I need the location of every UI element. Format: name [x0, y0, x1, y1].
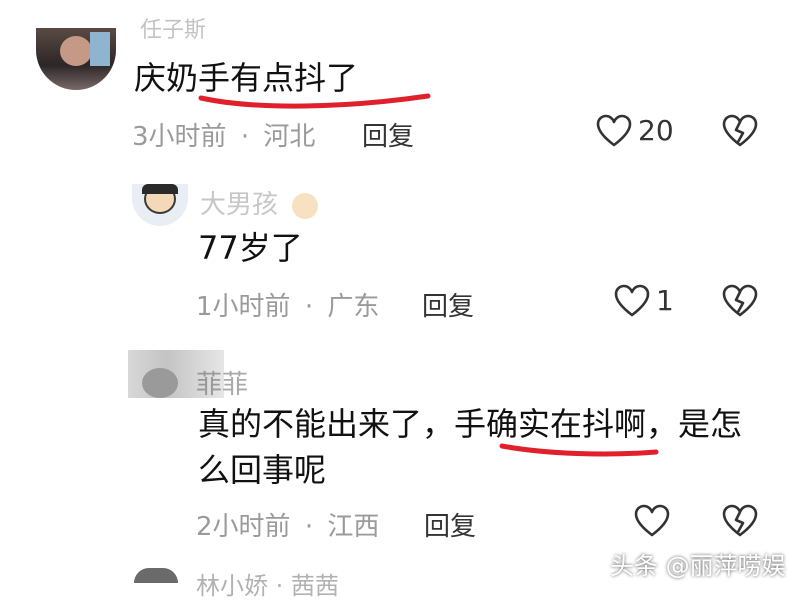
emoji-face-icon — [292, 192, 319, 219]
avatar[interactable] — [134, 568, 178, 583]
timestamp: 1小时前 — [196, 292, 291, 322]
username[interactable]: 菲菲 — [196, 364, 248, 401]
separator: · — [240, 122, 250, 152]
location: 江西 — [327, 512, 380, 542]
location: 河北 — [263, 122, 316, 152]
username[interactable]: 林小娇 · 茜茜 — [196, 566, 339, 601]
location: 广东 — [327, 292, 380, 322]
reply-button[interactable]: 回复 — [424, 506, 476, 543]
comment-text-part: ，是怎 — [646, 405, 743, 443]
username[interactable]: 大男孩 — [200, 184, 319, 221]
username[interactable]: 任子斯 — [140, 12, 206, 44]
comment-meta: 3小时前 · 河北 — [132, 116, 315, 153]
comment-meta: 2小时前 · 江西 — [196, 506, 379, 543]
timestamp: 3小时前 — [132, 122, 227, 152]
heart-icon[interactable] — [614, 284, 650, 318]
avatar[interactable] — [36, 28, 116, 90]
reply-button[interactable]: 回复 — [362, 116, 414, 153]
timestamp: 2小时前 — [196, 512, 291, 542]
highlight-underline — [499, 443, 659, 457]
heart-icon[interactable] — [634, 504, 670, 538]
heart-icon[interactable] — [596, 114, 632, 148]
broken-heart-icon[interactable] — [722, 114, 758, 148]
watermark: 头条 @丽萍唠娱 — [610, 552, 786, 580]
broken-heart-icon[interactable] — [722, 284, 758, 318]
comment-meta: 1小时前 · 广东 — [196, 286, 379, 323]
avatar[interactable] — [132, 184, 188, 226]
separator: · — [304, 512, 314, 542]
comment-text-highlight: 确实在抖啊 — [486, 405, 647, 443]
like-count: 20 — [638, 114, 674, 147]
separator: · — [304, 292, 314, 322]
comment-text: 77岁了 — [198, 229, 303, 267]
broken-heart-icon[interactable] — [722, 504, 758, 538]
like-count: 1 — [656, 284, 674, 317]
highlight-underline — [198, 93, 431, 109]
reply-button[interactable]: 回复 — [422, 286, 474, 323]
comment-text-part: 真的不能出来了，手 — [198, 405, 487, 443]
comment-text: 么回事呢 — [198, 451, 327, 489]
